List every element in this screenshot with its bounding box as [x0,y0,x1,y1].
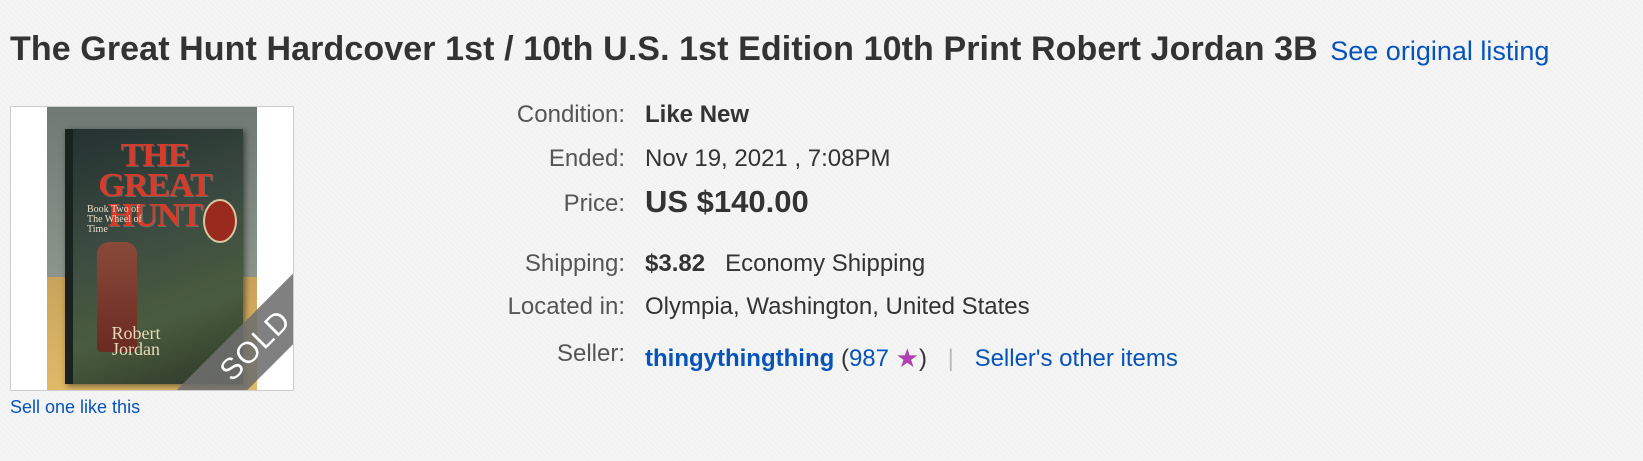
ended-value: Nov 19, 2021 , 7:08PM [645,145,891,172]
title-row: The Great Hunt Hardcover 1st / 10th U.S.… [10,30,1549,69]
ended-label: Ended: [548,145,625,172]
location-label: Located in: [507,293,625,320]
seller-label: Seller: [556,340,625,367]
shipping-cost: $3.82 [645,250,706,277]
condition-label: Condition: [516,101,625,128]
price-label: Price: [563,190,625,217]
sell-one-like-this-link[interactable]: Sell one like this [10,397,140,418]
separator: | [947,345,954,372]
price-value: US $140.00 [645,184,809,219]
cover-badge [203,199,237,243]
item-image[interactable]: THE GREAT HUNT Book Two of The Wheel of … [10,106,294,391]
feedback-score-link[interactable]: 987 [849,345,889,372]
see-original-listing-link[interactable]: See original listing [1330,36,1549,66]
cover-subtitle: Book Two of The Wheel of Time [87,204,142,235]
sellers-other-items-link[interactable]: Seller's other items [975,345,1178,372]
location-value: Olympia, Washington, United States [645,293,1030,320]
star-icon: ★ [895,343,919,373]
seller-name-link[interactable]: thingythingthing [645,345,834,372]
shipping-label: Shipping: [524,250,625,277]
listing-title: The Great Hunt Hardcover 1st / 10th U.S.… [10,30,1318,68]
condition-value: Like New [645,101,750,128]
shipping-method: Economy Shipping [725,250,926,277]
cover-author: Robert Jordan [111,323,161,359]
